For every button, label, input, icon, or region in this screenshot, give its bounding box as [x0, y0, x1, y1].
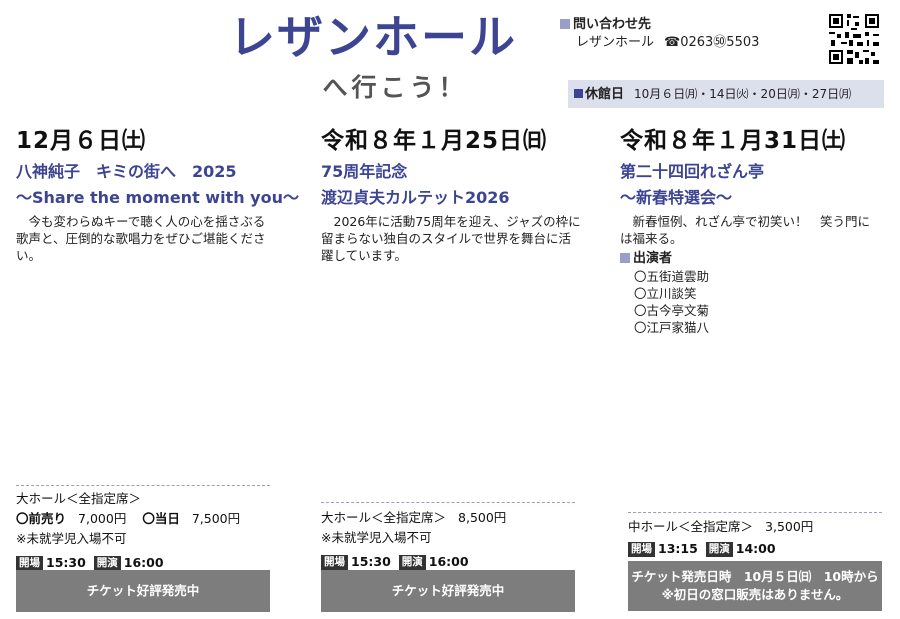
- presale-label: 前売り: [28, 511, 67, 526]
- hall-seating: 大ホール＜全指定席＞: [16, 491, 142, 506]
- page-subtitle: へ行こう！: [322, 73, 468, 102]
- presale-price: 7,000円: [78, 511, 127, 526]
- page-title: レザンホール: [229, 10, 517, 64]
- closed-days-bar: 休館日 10月６日㈪・14日㈫・20日㈪・27日㈪: [568, 80, 884, 108]
- event-card-1: 12月６日㈯ 八神純子 キミの街へ 2025 〜Share the moment…: [16, 124, 299, 264]
- start-time: 16:00: [123, 555, 164, 570]
- event-title-line1: 75周年記念: [321, 162, 408, 181]
- ticket-price: 3,500円: [765, 519, 814, 534]
- list-item: 五街道雲助: [634, 268, 882, 285]
- list-item: 古今亭文菊: [634, 302, 882, 319]
- event-info-1: 大ホール＜全指定席＞ 〇前売り 7,000円 〇当日 7,500円 ※未就学児入場不…: [16, 491, 241, 571]
- event-card-3: 令和８年１月31日㈯ 第二十四回れざん亭 〜新春特選会〜 新春恒例、れざん亭で初…: [620, 124, 882, 336]
- open-tag: 開場: [321, 555, 348, 570]
- event-title-line2: 〜Share the moment with you〜: [16, 188, 299, 207]
- square-bullet-icon: [620, 253, 630, 263]
- ticket-price: 8,500円: [458, 510, 507, 525]
- dayof-price: 7,500円: [191, 511, 241, 526]
- start-tag: 開演: [93, 556, 121, 571]
- contact-block: 問い合わせ先 レザンホール ☎0263㊿5503: [560, 16, 759, 52]
- start-tag: 開演: [398, 555, 426, 570]
- dayof-label: 当日: [154, 511, 180, 526]
- event-date: 12月６日㈯: [16, 128, 147, 154]
- hall-seating: 中ホール＜全指定席＞: [628, 519, 754, 534]
- contact-phone: ☎0263㊿5503: [664, 35, 760, 50]
- performer-list: 五街道雲助 立川談笑 古今亭文菊 江戸家猫八: [620, 268, 882, 336]
- event-card-2: 令和８年１月25日㈰ 75周年記念 渡辺貞夫カルテット2026 2026年に活動…: [321, 124, 581, 264]
- event-title-line2: 渡辺貞夫カルテット2026: [321, 188, 510, 207]
- hall-seating: 大ホール＜全指定席＞: [321, 510, 447, 525]
- list-item: 立川談笑: [634, 285, 882, 302]
- contact-name: レザンホール: [576, 35, 655, 50]
- square-bullet-icon: [560, 19, 570, 29]
- divider: [321, 502, 575, 503]
- age-note: ※未就学児入場不可: [16, 531, 127, 546]
- list-item: 江戸家猫八: [634, 319, 882, 336]
- square-bullet-icon: [574, 89, 583, 98]
- divider: [628, 512, 882, 513]
- open-tag: 開場: [628, 542, 655, 557]
- event-info-3: 中ホール＜全指定席＞ 3,500円 開場 13:15 開演 14:00: [628, 517, 813, 559]
- open-time: 15:30: [351, 554, 391, 569]
- ticket-banner-1: チケット好評発売中: [16, 570, 270, 612]
- open-time: 13:15: [658, 541, 698, 556]
- event-description: 新春恒例、れざん亭で初笑い！ 笑う門には福来る。: [620, 214, 871, 246]
- open-tag: 開場: [16, 556, 43, 571]
- start-time: 16:00: [428, 554, 469, 569]
- start-time: 14:00: [735, 541, 776, 556]
- closed-label: 休館日: [585, 87, 625, 102]
- performers-label: 出演者: [633, 251, 673, 266]
- closed-dates: 10月６日㈪・14日㈫・20日㈪・27日㈪: [634, 87, 852, 101]
- event-date: 令和８年１月31日㈯: [620, 128, 847, 154]
- event-description: 2026年に活動75周年を迎え、ジャズの枠に留まらない独自のスタイルで世界を舞台…: [321, 214, 581, 263]
- ticket-banner-2: チケット好評発売中: [321, 570, 575, 612]
- ticket-banner-3: チケット発売日時 10月５日㈰ 10時から ※初日の窓口販売はありません。: [628, 561, 882, 611]
- event-title-line2: 〜新春特選会〜: [620, 188, 733, 207]
- age-note: ※未就学児入場不可: [321, 530, 432, 545]
- event-info-2: 大ホール＜全指定席＞ 8,500円 ※未就学児入場不可 開場 15:30 開演 16:…: [321, 508, 506, 572]
- contact-label: 問い合わせ先: [573, 17, 652, 32]
- divider: [16, 485, 270, 486]
- start-tag: 開演: [705, 542, 733, 557]
- event-title-line1: 八神純子 キミの街へ 2025: [16, 162, 237, 181]
- event-date: 令和８年１月25日㈰: [321, 128, 548, 154]
- event-title-line1: 第二十四回れざん亭: [620, 162, 765, 181]
- event-description: 今も変わらぬキーで聴く人の心を揺さぶる歌声と、圧倒的な歌唱力をぜひご堪能ください…: [16, 214, 266, 263]
- qr-code-icon[interactable]: [827, 12, 881, 66]
- open-time: 15:30: [46, 555, 86, 570]
